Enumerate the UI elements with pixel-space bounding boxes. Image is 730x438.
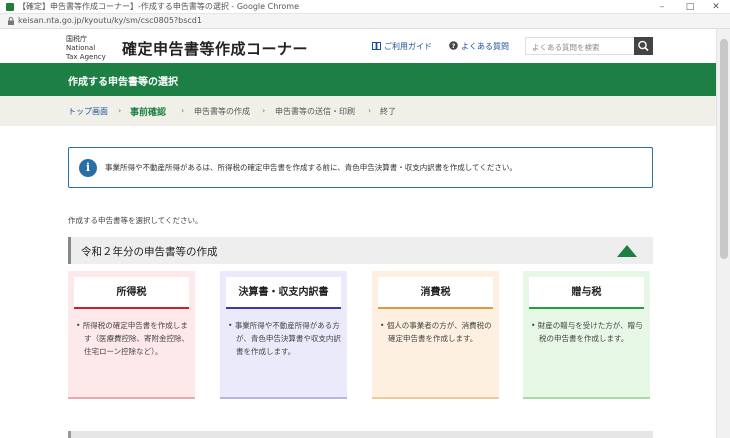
- breadcrumb-step-send: 申告書等の送信・印刷: [275, 107, 355, 116]
- collapse-triangle-icon[interactable]: [617, 245, 637, 257]
- card-bottom-border: [220, 397, 347, 399]
- card-description: • 事業所得や不動産所得がある方が、青色申告決算書や収支内訳書を作成します。: [228, 321, 341, 356]
- question-icon: ?: [449, 41, 458, 50]
- card-header[interactable]: 所得税: [74, 277, 189, 309]
- breadcrumb: トップ画面 › 事前確認 › 申告書等の作成 › 申告書等の送信・印刷 › 終了: [0, 96, 716, 126]
- card-header[interactable]: 贈与税: [529, 277, 644, 309]
- chevron-right-icon: ›: [181, 106, 185, 115]
- page-title: 作成する申告書等の選択: [68, 77, 178, 88]
- chevron-right-icon: ›: [368, 106, 372, 115]
- card-header[interactable]: 消費税: [378, 277, 493, 309]
- close-icon[interactable]: ✕: [706, 0, 726, 14]
- card-header[interactable]: 決算書・収支内訳書: [226, 277, 341, 309]
- minimize-icon[interactable]: –: [652, 0, 672, 14]
- card-title[interactable]: 決算書・収支内訳書: [226, 277, 341, 309]
- card-description: • 所得税の確定申告書を作成します（医療費控除、寄附金控除、住宅ローン控除など）…: [76, 321, 189, 356]
- section-title: 令和２年分の申告書等の作成: [81, 246, 218, 258]
- card-title[interactable]: 消費税: [378, 277, 493, 309]
- search-icon: [638, 40, 649, 52]
- address-bar[interactable]: keisan.nta.go.jp/kyoutu/ky/sm/csc0805?bs…: [0, 14, 730, 29]
- card-financial-statement[interactable]: 決算書・収支内訳書 • 事業所得や不動産所得がある方が、青色申告決算書や収支内訳…: [220, 271, 347, 399]
- card-text: 財産の贈与を受けた方が、贈与税の申告書を作成します。: [537, 321, 643, 343]
- window-title: 【確定】申告書等作成コーナー】-作成する申告書等の選択 - Google Chr…: [18, 2, 299, 11]
- card-text: 個人の事業者の方が、消費税の確定申告書を作成します。: [386, 321, 492, 343]
- browser-titlebar: 【確定】申告書等作成コーナー】-作成する申告書等の選択 - Google Chr…: [0, 0, 730, 14]
- favicon-icon: [6, 3, 14, 11]
- guide-label[interactable]: ご利用ガイド: [384, 42, 432, 51]
- card-consumption-tax[interactable]: 消費税 • 個人の事業者の方が、消費税の確定申告書を作成します。: [372, 271, 499, 399]
- chevron-right-icon: ›: [118, 106, 122, 115]
- card-bottom-border: [68, 397, 195, 399]
- info-text: 事業所得や不動産所得があるは、所得税の確定申告書を作成する前に、青色申告決算書・…: [105, 163, 517, 172]
- page-title-bar: 作成する申告書等の選択: [0, 63, 716, 96]
- card-text: 事業所得や不動産所得がある方が、青色申告決算書や収支内訳書を作成します。: [234, 321, 341, 356]
- card-income-tax[interactable]: 所得税 • 所得税の確定申告書を作成します（医療費控除、寄附金控除、住宅ローン控…: [68, 271, 195, 399]
- url-text[interactable]: keisan.nta.go.jp/kyoutu/ky/sm/csc0805?bs…: [18, 16, 202, 25]
- card-text: 所得税の確定申告書を作成します（医療費控除、寄附金控除、住宅ローン控除など）。: [82, 321, 189, 356]
- search-input[interactable]: よくある質問を検索: [525, 37, 635, 55]
- nta-logo[interactable]: 国税庁 National Tax Agency: [66, 35, 106, 62]
- scrollbar[interactable]: [716, 29, 730, 438]
- breadcrumb-top[interactable]: トップ画面: [68, 106, 108, 117]
- breadcrumb-step-create: 申告書等の作成: [194, 107, 250, 116]
- card-bottom-border: [523, 397, 650, 399]
- card-description: • 個人の事業者の方が、消費税の確定申告書を作成します。: [380, 321, 492, 343]
- card-bottom-border: [372, 397, 499, 399]
- faq-label[interactable]: よくある質問: [461, 42, 509, 51]
- breadcrumb-current: 事前確認: [130, 108, 167, 118]
- info-message: i 事業所得や不動産所得があるは、所得税の確定申告書を作成する前に、青色申告決算…: [68, 147, 653, 188]
- maximize-icon[interactable]: □: [680, 0, 700, 14]
- site-title[interactable]: 確定申告書等作成コーナー: [122, 38, 308, 59]
- next-section-header[interactable]: [68, 431, 653, 438]
- search-button[interactable]: [634, 37, 653, 55]
- select-prompt: 作成する申告書等を選択してください。: [68, 216, 203, 225]
- book-icon: [372, 42, 381, 50]
- card-gift-tax[interactable]: 贈与税 • 財産の贈与を受けた方が、贈与税の申告書を作成します。: [523, 271, 650, 399]
- scrollbar-thumb[interactable]: [720, 39, 728, 259]
- breadcrumb-step-end: 終了: [380, 107, 396, 116]
- guide-link[interactable]: ご利用ガイド: [372, 41, 432, 52]
- faq-link[interactable]: ? よくある質問: [449, 41, 509, 52]
- info-icon: i: [79, 159, 97, 177]
- card-title[interactable]: 贈与税: [529, 277, 644, 309]
- card-title[interactable]: 所得税: [74, 277, 189, 309]
- chevron-right-icon: ›: [262, 106, 266, 115]
- card-description: • 財産の贈与を受けた方が、贈与税の申告書を作成します。: [531, 321, 643, 343]
- section-header[interactable]: 令和２年分の申告書等の作成: [68, 237, 653, 264]
- lock-icon: [8, 17, 14, 25]
- svg-text:?: ?: [452, 42, 456, 50]
